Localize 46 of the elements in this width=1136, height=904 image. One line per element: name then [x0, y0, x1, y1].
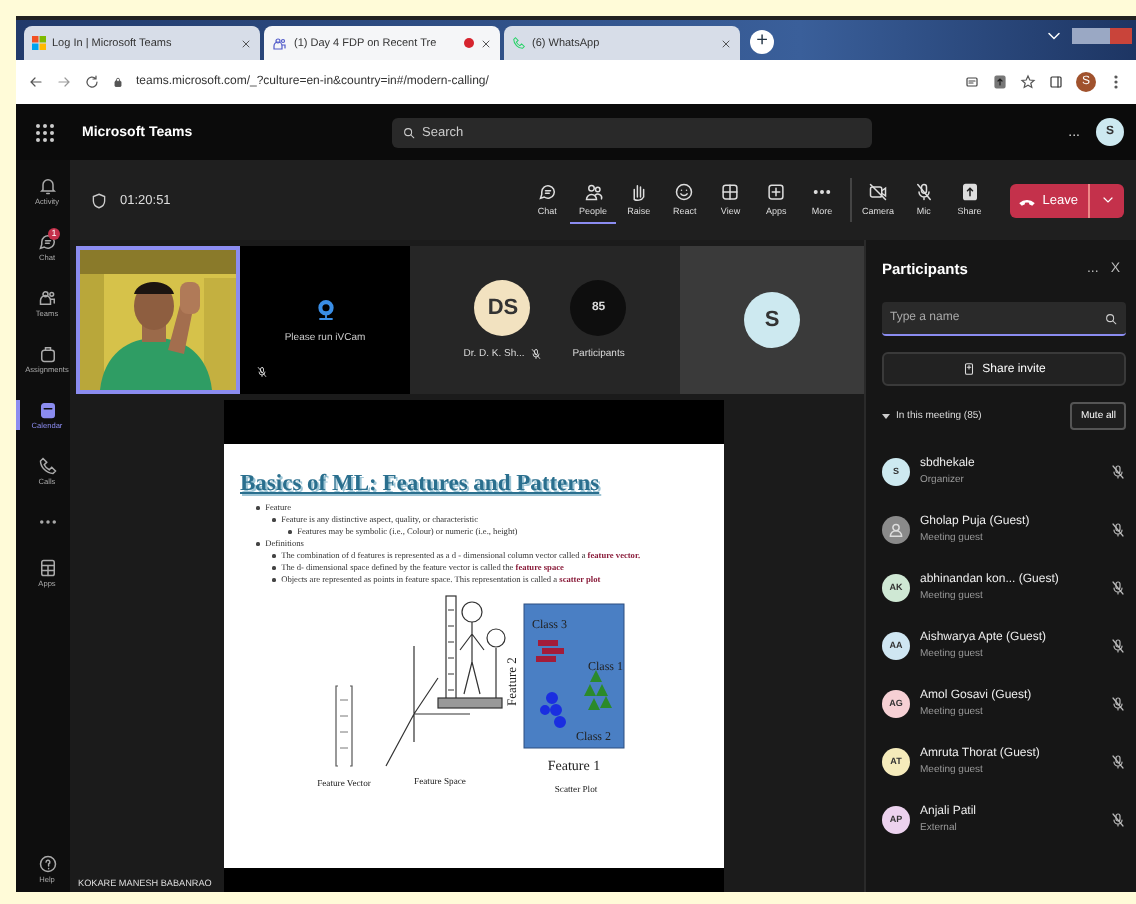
share-icon: [959, 182, 980, 202]
axes-drawing: [385, 645, 471, 767]
stick-figure-drawing: [437, 595, 506, 709]
close-icon[interactable]: [480, 37, 492, 49]
close-icon[interactable]: [720, 37, 732, 49]
calendar-icon: [37, 400, 57, 420]
people-icon: [37, 288, 57, 308]
hand-icon: [628, 182, 649, 202]
search-icon: [402, 125, 416, 139]
invite-icon: [962, 362, 977, 376]
webcam-icon: [313, 297, 337, 321]
mic-off-icon: [913, 182, 934, 202]
camera-off-icon: [867, 182, 888, 202]
window-controls-icon[interactable]: [1072, 27, 1132, 45]
reload-icon[interactable]: [84, 74, 100, 90]
bell-icon: [37, 176, 57, 196]
slide-title: Basics of ML: Features and Patterns: [240, 472, 602, 496]
plus-icon: [766, 182, 787, 202]
share-icon[interactable]: [992, 74, 1008, 90]
new-tab-button[interactable]: +: [750, 30, 774, 54]
people-icon: [583, 182, 604, 202]
caret-icon[interactable]: [882, 412, 890, 420]
shield-icon: [90, 191, 108, 209]
back-icon[interactable]: [28, 74, 44, 90]
lock-icon: [112, 76, 124, 88]
chat-icon: [537, 182, 558, 202]
avatar: S: [744, 292, 800, 348]
chat-icon: [37, 232, 57, 252]
forward-icon[interactable]: [56, 74, 72, 90]
phone-icon: [37, 456, 57, 476]
windows-logo-icon: [32, 36, 46, 50]
caret-icon: [1099, 192, 1116, 208]
backpack-icon: [37, 344, 57, 364]
grid-icon: [720, 182, 741, 202]
smiley-icon: [674, 182, 695, 202]
app-launcher-icon[interactable]: [36, 123, 54, 141]
search-icon: [1104, 311, 1118, 325]
whatsapp-logo-icon: [512, 36, 526, 50]
side-panel-icon[interactable]: [1048, 74, 1064, 90]
close-icon[interactable]: [240, 37, 252, 49]
star-icon[interactable]: [1020, 74, 1036, 90]
apps-icon: [37, 558, 57, 578]
help-icon: [37, 854, 57, 874]
teams-logo-icon: [272, 35, 288, 51]
avatar: DS: [474, 280, 531, 336]
feature-vector-drawing: [335, 685, 353, 767]
